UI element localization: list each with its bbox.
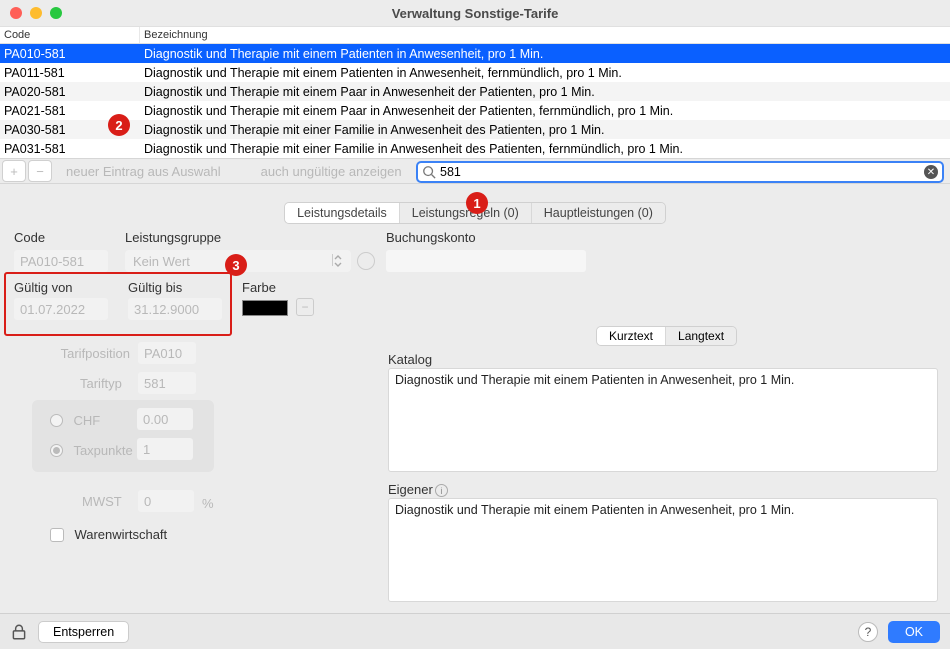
chf-field bbox=[137, 408, 193, 430]
table-row[interactable]: PA011-581 Diagnostik und Therapie mit ei… bbox=[0, 63, 950, 82]
label-group: Leistungsgruppe bbox=[125, 230, 221, 245]
label-chf: CHF bbox=[73, 413, 100, 428]
text-tabs: Kurztext Langtext bbox=[596, 326, 737, 346]
tariftyp-field bbox=[138, 372, 196, 394]
group-value: Kein Wert bbox=[133, 254, 190, 269]
label-percent: % bbox=[202, 496, 214, 511]
search-field[interactable]: ✕ bbox=[416, 161, 944, 183]
tab-kurztext[interactable]: Kurztext bbox=[597, 327, 665, 345]
code-field bbox=[14, 250, 108, 272]
clear-search-icon[interactable]: ✕ bbox=[924, 165, 938, 179]
info-icon[interactable]: i bbox=[435, 484, 448, 497]
cell-code: PA010-581 bbox=[0, 44, 140, 63]
table-row[interactable]: PA021-581 Diagnostik und Therapie mit ei… bbox=[0, 101, 950, 120]
label-valid-from: Gültig von bbox=[14, 280, 73, 295]
table-row[interactable]: PA031-581 Diagnostik und Therapie mit ei… bbox=[0, 139, 950, 158]
label-eigener: Eigeneri bbox=[388, 482, 448, 497]
help-button[interactable]: ? bbox=[858, 622, 878, 642]
cell-bez: Diagnostik und Therapie mit einer Famili… bbox=[140, 139, 950, 158]
table-row[interactable]: PA020-581 Diagnostik und Therapie mit ei… bbox=[0, 82, 950, 101]
label-tarifposition: Tarifposition bbox=[50, 346, 130, 361]
window-title: Verwaltung Sonstige-Tarife bbox=[0, 6, 950, 21]
search-icon bbox=[422, 165, 436, 179]
cell-bez: Diagnostik und Therapie mit einem Paar i… bbox=[140, 101, 950, 120]
eigener-text[interactable]: Diagnostik und Therapie mit einem Patien… bbox=[388, 498, 938, 602]
label-katalog: Katalog bbox=[388, 352, 432, 367]
label-taxpunkte: Taxpunkte bbox=[73, 443, 132, 458]
column-header-code[interactable]: Code bbox=[0, 27, 140, 43]
mwst-field bbox=[138, 490, 194, 512]
label-color: Farbe bbox=[242, 280, 276, 295]
radio-chf[interactable] bbox=[50, 414, 63, 427]
tab-leistungsregeln[interactable]: Leistungsregeln (0) bbox=[399, 203, 531, 223]
tarifposition-field bbox=[138, 342, 196, 364]
label-tariftyp: Tariftyp bbox=[80, 376, 122, 391]
cell-bez: Diagnostik und Therapie mit einem Patien… bbox=[140, 63, 950, 82]
annotation-badge-1: 1 bbox=[466, 192, 488, 214]
form-area: Code Leistungsgruppe Kein Wert Buchungsk… bbox=[0, 224, 950, 604]
cell-bez: Diagnostik und Therapie mit einem Paar i… bbox=[140, 82, 950, 101]
footer: Entsperren ? OK bbox=[0, 613, 950, 649]
search-input[interactable] bbox=[436, 165, 924, 179]
cell-code: PA031-581 bbox=[0, 139, 140, 158]
add-button[interactable]: + bbox=[2, 160, 26, 182]
unlock-button[interactable]: Entsperren bbox=[38, 621, 129, 643]
checkbox-warenwirtschaft[interactable] bbox=[50, 528, 64, 542]
cell-code: PA011-581 bbox=[0, 63, 140, 82]
rate-box: CHF Taxpunkte bbox=[32, 400, 214, 472]
valid-from-field[interactable] bbox=[14, 298, 108, 320]
list-toolbar: + − neuer Eintrag aus Auswahl auch ungül… bbox=[0, 158, 950, 184]
lock-icon bbox=[10, 623, 28, 641]
new-from-selection-link[interactable]: neuer Eintrag aus Auswahl bbox=[66, 164, 221, 179]
chevron-updown-icon bbox=[333, 255, 343, 267]
titlebar: Verwaltung Sonstige-Tarife bbox=[0, 0, 950, 26]
katalog-text: Diagnostik und Therapie mit einem Patien… bbox=[388, 368, 938, 472]
tab-hauptleistungen[interactable]: Hauptleistungen (0) bbox=[531, 203, 665, 223]
ok-button[interactable]: OK bbox=[888, 621, 940, 643]
color-swatch[interactable] bbox=[242, 300, 288, 316]
tab-leistungsdetails[interactable]: Leistungsdetails bbox=[285, 203, 399, 223]
cell-bez: Diagnostik und Therapie mit einer Famili… bbox=[140, 120, 950, 139]
color-remove-button[interactable]: − bbox=[296, 298, 314, 316]
column-header-bezeichnung[interactable]: Bezeichnung bbox=[140, 27, 950, 43]
radio-taxpunkte[interactable] bbox=[50, 444, 63, 457]
cell-code: PA020-581 bbox=[0, 82, 140, 101]
table-row[interactable]: PA030-581 Diagnostik und Therapie mit ei… bbox=[0, 120, 950, 139]
table-row[interactable]: PA010-581 Diagnostik und Therapie mit ei… bbox=[0, 44, 950, 63]
label-code: Code bbox=[14, 230, 45, 245]
cell-bez: Diagnostik und Therapie mit einem Patien… bbox=[140, 44, 950, 63]
valid-to-field[interactable] bbox=[128, 298, 222, 320]
list-header: Code Bezeichnung bbox=[0, 26, 950, 44]
remove-button[interactable]: − bbox=[28, 160, 52, 182]
taxpunkte-field bbox=[137, 438, 193, 460]
annotation-badge-2: 2 bbox=[108, 114, 130, 136]
tariff-list: PA010-581 Diagnostik und Therapie mit ei… bbox=[0, 44, 950, 158]
show-invalid-link[interactable]: auch ungültige anzeigen bbox=[261, 164, 402, 179]
label-account: Buchungskonto bbox=[386, 230, 476, 245]
group-settings-icon[interactable] bbox=[357, 252, 375, 270]
annotation-badge-3: 3 bbox=[225, 254, 247, 276]
label-warenwirtschaft: Warenwirtschaft bbox=[74, 527, 167, 542]
label-mwst: MWST bbox=[82, 494, 122, 509]
account-field[interactable] bbox=[386, 250, 586, 272]
label-valid-to: Gültig bis bbox=[128, 280, 182, 295]
tab-langtext[interactable]: Langtext bbox=[665, 327, 736, 345]
